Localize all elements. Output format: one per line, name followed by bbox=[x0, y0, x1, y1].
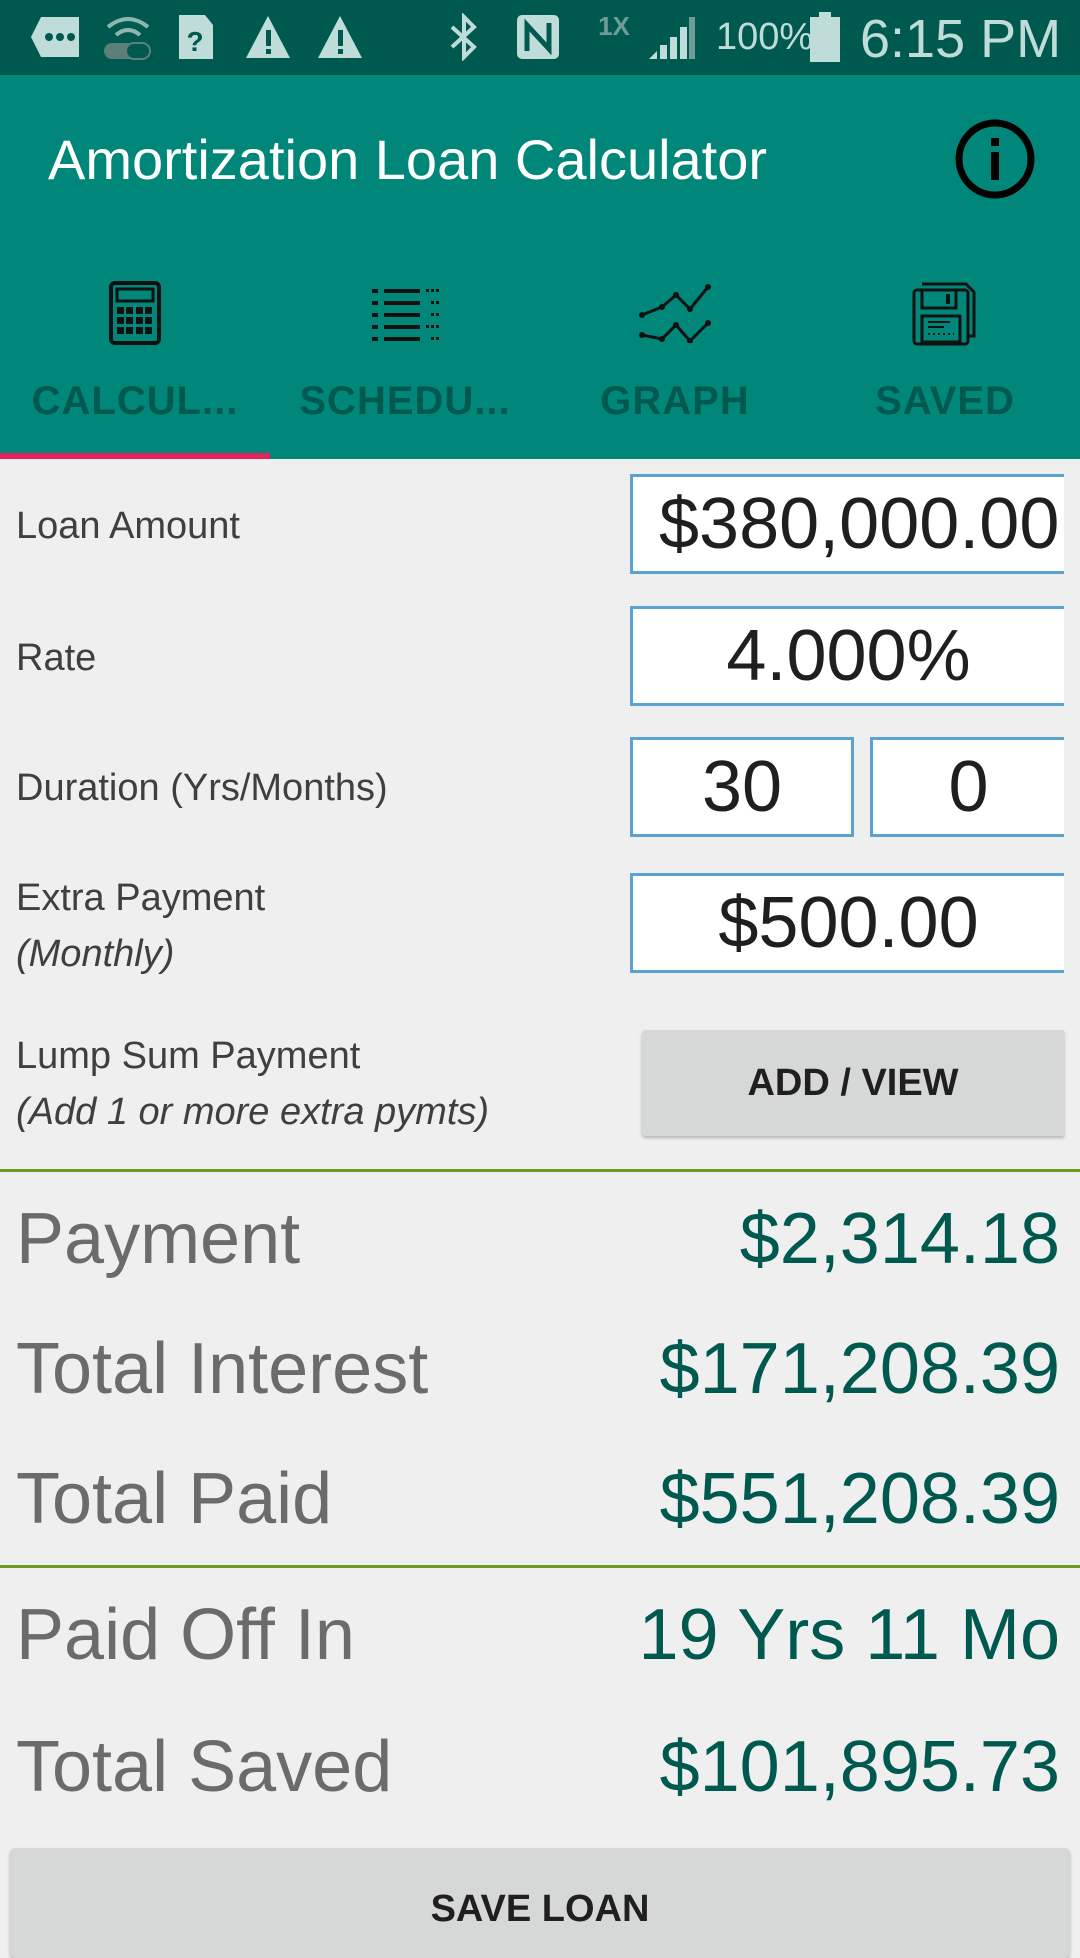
extra-payment-input[interactable]: $500.00 bbox=[630, 873, 1064, 973]
tab-label: SCHEDU... bbox=[299, 379, 511, 423]
warning-icon bbox=[316, 14, 364, 60]
tab-bar: CALCUL... SCHEDU... GRAPH SAVED bbox=[0, 243, 1080, 459]
paid-off-in-value: 19 Yrs 11 Mo bbox=[638, 1595, 1060, 1675]
status-bar: ? 1X 100% 6:15 PM bbox=[0, 0, 1080, 75]
lump-sum-sublabel: (Add 1 or more extra pymts) bbox=[16, 1084, 489, 1140]
app-bar: Amortization Loan Calculator bbox=[0, 75, 1080, 243]
tab-label: GRAPH bbox=[600, 379, 750, 423]
total-paid-label: Total Paid bbox=[16, 1459, 333, 1539]
sim-unknown-icon: ? bbox=[176, 14, 216, 60]
rate-input[interactable]: 4.000% bbox=[630, 606, 1064, 706]
battery-percent: 100% bbox=[716, 16, 814, 58]
divider bbox=[0, 1565, 1080, 1568]
payment-label: Payment bbox=[16, 1199, 301, 1279]
message-icon bbox=[28, 14, 84, 60]
signal-icon bbox=[646, 14, 696, 60]
tab-graph[interactable]: GRAPH bbox=[540, 243, 810, 459]
divider bbox=[0, 1169, 1080, 1172]
app-title: Amortization Loan Calculator bbox=[48, 128, 768, 191]
tab-selected-indicator bbox=[0, 453, 270, 459]
loan-amount-input[interactable]: $380,000.00 bbox=[630, 474, 1064, 574]
tab-saved[interactable]: SAVED bbox=[810, 243, 1080, 459]
extra-payment-sublabel-text: (Monthly) bbox=[16, 933, 175, 975]
duration-months-input[interactable]: 0 bbox=[870, 737, 1064, 837]
bluetooth-icon bbox=[444, 13, 484, 61]
battery-icon bbox=[808, 12, 842, 62]
total-interest-value: $171,208.39 bbox=[659, 1329, 1060, 1409]
svg-text:?: ? bbox=[186, 26, 203, 57]
loan-amount-label: Loan Amount bbox=[16, 505, 240, 547]
lump-sum-sublabel-text: (Add 1 or more extra pymts) bbox=[16, 1091, 490, 1133]
tab-label: SAVED bbox=[875, 379, 1015, 423]
wifi-toggle-icon bbox=[100, 14, 156, 60]
list-icon bbox=[270, 273, 540, 353]
add-view-button[interactable]: ADD / VIEW bbox=[642, 1030, 1064, 1136]
floppy-disk-icon bbox=[810, 273, 1080, 353]
tab-calculator[interactable]: CALCUL... bbox=[0, 243, 270, 459]
total-interest-label: Total Interest bbox=[16, 1329, 429, 1409]
warning-icon bbox=[244, 14, 292, 60]
total-paid-value: $551,208.39 bbox=[659, 1459, 1060, 1539]
total-saved-value: $101,895.73 bbox=[659, 1727, 1060, 1807]
duration-years-input[interactable]: 30 bbox=[630, 737, 854, 837]
extra-payment-label: Extra Payment bbox=[16, 877, 266, 919]
calculator-icon bbox=[0, 273, 270, 353]
paid-off-in-label: Paid Off In bbox=[16, 1595, 355, 1675]
clock: 6:15 PM bbox=[860, 9, 1062, 69]
1x-network-icon: 1X bbox=[598, 10, 630, 41]
duration-label: Duration (Yrs/Months) bbox=[16, 767, 388, 809]
info-icon[interactable] bbox=[954, 118, 1036, 200]
extra-payment-sublabel: (Monthly) bbox=[16, 926, 174, 982]
rate-label: Rate bbox=[16, 637, 97, 679]
payment-value: $2,314.18 bbox=[739, 1199, 1060, 1279]
total-saved-label: Total Saved bbox=[16, 1727, 393, 1807]
tab-schedule[interactable]: SCHEDU... bbox=[270, 243, 540, 459]
lump-sum-label: Lump Sum Payment bbox=[16, 1035, 361, 1077]
tab-label: CALCUL... bbox=[31, 379, 239, 423]
graph-icon bbox=[540, 273, 810, 353]
save-loan-button[interactable]: SAVE LOAN bbox=[10, 1848, 1070, 1958]
nfc-icon bbox=[514, 14, 562, 60]
